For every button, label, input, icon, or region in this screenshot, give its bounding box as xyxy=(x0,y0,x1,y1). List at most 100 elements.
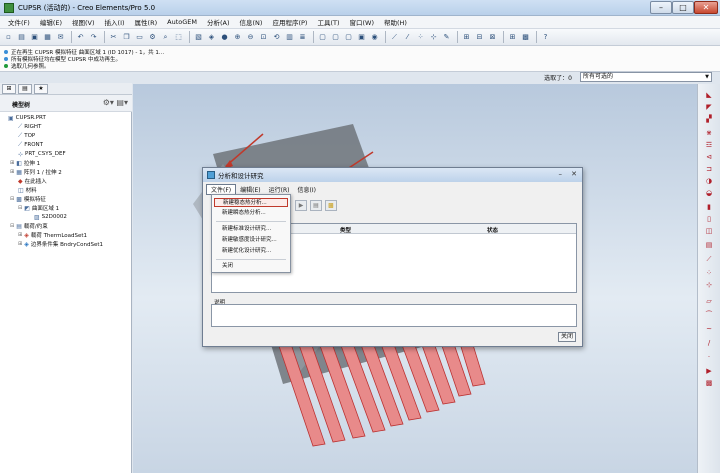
selection-filter[interactable]: 所有可选的 ▼ xyxy=(580,72,712,82)
dialog-minimize-button[interactable]: – xyxy=(559,170,563,178)
wireframe-icon[interactable]: ▢ xyxy=(317,32,328,43)
repaint-icon[interactable]: ▧ xyxy=(193,32,204,43)
tree-item[interactable]: ▨ S2D0002 xyxy=(34,213,67,221)
description-field[interactable] xyxy=(211,304,577,327)
tree-item[interactable]: ⟋ RIGHT xyxy=(18,123,41,131)
tree-item[interactable]: ⊞ ▦ 阵列 1 / 拉伸 2 xyxy=(10,168,62,177)
simulation-display-icon[interactable]: ⊞ xyxy=(461,32,472,43)
spin-center-icon[interactable]: ◈ xyxy=(206,32,217,43)
review-icon[interactable]: ⊠ xyxy=(487,32,498,43)
menu-tools[interactable]: 工具(T) xyxy=(312,17,344,27)
menu-insert[interactable]: 插入(I) xyxy=(100,17,130,27)
undo-icon[interactable]: ↶ xyxy=(75,32,86,43)
model-tree-tab-icon[interactable]: ⊞ xyxy=(2,83,16,94)
tree-settings-icon[interactable]: ⚙▾ ▤▾ xyxy=(103,98,128,107)
orientation-icon[interactable]: ⟲ xyxy=(271,32,282,43)
menu-item-new-transient-thermal[interactable]: 新建瞬态热分析... xyxy=(222,209,266,218)
datum-axes-icon[interactable]: ⁄ xyxy=(402,32,413,43)
menu-applications[interactable]: 应用程序(P) xyxy=(267,17,312,27)
menu-properties[interactable]: 属性(R) xyxy=(130,17,163,27)
enhanced-realism-icon[interactable]: ◉ xyxy=(369,32,380,43)
axis-icon[interactable]: / xyxy=(703,338,715,348)
analyses-icon[interactable]: ⊞ xyxy=(507,32,518,43)
csys-icon[interactable]: ⊹ xyxy=(428,32,439,43)
tree-item[interactable]: ⊹ PRT_CSYS_DEF xyxy=(18,150,66,158)
favorites-tab-icon[interactable]: ★ xyxy=(34,83,48,94)
tree-item[interactable]: ◆ 在此插入 xyxy=(18,177,47,186)
curve-icon[interactable]: ⁀ xyxy=(703,310,715,320)
maximize-button[interactable]: □ xyxy=(672,1,694,14)
minimize-button[interactable]: – xyxy=(650,1,672,14)
menu-item-new-standard-study[interactable]: 新建标准设计研究... xyxy=(222,225,271,234)
symmetry-icon[interactable]: ⊲ xyxy=(703,152,715,162)
datum-line-icon[interactable]: ⟋ xyxy=(703,254,715,264)
shading-icon[interactable]: ● xyxy=(219,32,230,43)
radiation-icon[interactable]: ☲ xyxy=(703,140,715,150)
tree-item[interactable]: ⊞ ◧ 拉伸 1 xyxy=(10,159,40,168)
save-icon[interactable]: ▣ xyxy=(29,32,40,43)
email-icon[interactable]: ✉ xyxy=(55,32,66,43)
menu-analysis[interactable]: 分析(A) xyxy=(202,17,235,27)
prescribed-temperature-icon[interactable]: ▞ xyxy=(703,114,715,124)
datum-planes-icon[interactable]: ⟋ xyxy=(389,32,400,43)
zoom-out-icon[interactable]: ⊖ xyxy=(245,32,256,43)
run-analysis-icon[interactable]: ▶ xyxy=(295,199,307,211)
datum-plane-icon[interactable]: ▱ xyxy=(703,296,715,306)
thermal-load-icon[interactable]: ◣ xyxy=(703,90,715,100)
expand-icon[interactable]: ⊞ xyxy=(10,160,14,166)
tree-item[interactable]: ⊟ ◩ 曲面区域 1 xyxy=(18,204,59,213)
menu-item-new-steady-thermal[interactable]: 新建稳态热分析... xyxy=(214,198,288,207)
surface-region-icon[interactable]: ◫ xyxy=(703,226,715,236)
close-button[interactable]: 关闭 xyxy=(558,332,576,342)
cut-icon[interactable]: ✂ xyxy=(108,32,119,43)
menu-autogem[interactable]: AutoGEM xyxy=(162,18,202,26)
zoom-fit-icon[interactable]: ⊡ xyxy=(258,32,269,43)
menu-item-new-optimization-study[interactable]: 新建优化设计研究... xyxy=(222,247,271,256)
mesh-icon[interactable]: ⊟ xyxy=(474,32,485,43)
expand-icon[interactable]: ⊞ xyxy=(18,232,22,238)
hidden-line-icon[interactable]: ▢ xyxy=(330,32,341,43)
datum-points-icon[interactable]: ⁘ xyxy=(415,32,426,43)
collapse-icon[interactable]: ⊟ xyxy=(10,223,14,229)
dialog-menu-edit[interactable]: 编辑(E) xyxy=(236,185,264,194)
results-icon[interactable]: ▩ xyxy=(325,199,337,211)
results-icon[interactable]: ▩ xyxy=(703,378,715,388)
tree-item[interactable]: ⟋ TOP xyxy=(18,132,35,140)
paste-icon[interactable]: ▭ xyxy=(134,32,145,43)
select-box-icon[interactable]: ⬚ xyxy=(173,32,184,43)
folder-browser-tab-icon[interactable]: ▤ xyxy=(18,83,32,94)
close-window-button[interactable]: ✕ xyxy=(694,1,718,14)
point-icon[interactable]: · xyxy=(703,352,715,362)
expand-icon[interactable]: ⊞ xyxy=(10,169,14,175)
material-assign-icon[interactable]: ⊐ xyxy=(703,164,715,174)
menu-item-new-sensitivity-study[interactable]: 新建敏感度设计研究... xyxy=(222,236,277,245)
sketch-icon[interactable]: ~ xyxy=(703,324,715,334)
shaded-icon[interactable]: ▣ xyxy=(356,32,367,43)
context-help-icon[interactable]: ? xyxy=(540,32,551,43)
regenerate-icon[interactable]: ⚙ xyxy=(147,32,158,43)
print-icon[interactable]: ▦ xyxy=(42,32,53,43)
new-file-icon[interactable]: ▫ xyxy=(3,32,14,43)
menu-file[interactable]: 文件(F) xyxy=(3,17,35,27)
menu-window[interactable]: 窗口(W) xyxy=(344,17,379,27)
tree-item[interactable]: ◫ 材料 xyxy=(18,186,37,195)
menu-item-close[interactable]: 关闭 xyxy=(222,262,233,271)
heat-load-icon[interactable]: ◤ xyxy=(703,102,715,112)
saved-views-icon[interactable]: ▥ xyxy=(284,32,295,43)
menu-edit[interactable]: 编辑(E) xyxy=(35,17,67,27)
menu-info[interactable]: 信息(N) xyxy=(235,17,268,27)
tree-item[interactable]: ⊟ ▤ 载荷/约束 xyxy=(10,222,48,231)
interface-icon[interactable]: ▯ xyxy=(703,214,715,224)
menu-view[interactable]: 视图(V) xyxy=(67,17,100,27)
dialog-menu-run[interactable]: 运行(R) xyxy=(265,185,294,194)
copy-icon[interactable]: ❐ xyxy=(121,32,132,43)
run-icon[interactable]: ▶ xyxy=(703,366,715,376)
status-icon[interactable]: ▤ xyxy=(310,199,322,211)
collapse-icon[interactable]: ⊟ xyxy=(18,205,22,211)
volume-region-icon[interactable]: ▤ xyxy=(703,240,715,250)
layers-icon[interactable]: ≣ xyxy=(297,32,308,43)
zoom-in-icon[interactable]: ⊕ xyxy=(232,32,243,43)
menu-help[interactable]: 帮助(H) xyxy=(379,17,412,27)
convection-icon[interactable]: ⋇ xyxy=(703,128,715,138)
tree-item[interactable]: ⊞ ◈ 边界条件集 BndryCondSet1 xyxy=(18,240,103,249)
